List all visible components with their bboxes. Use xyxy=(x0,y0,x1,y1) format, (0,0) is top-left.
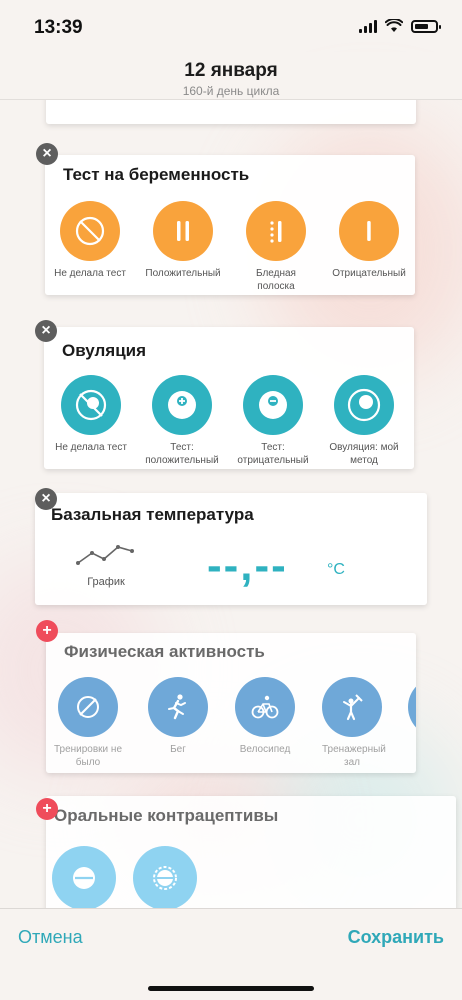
pregnancy-option-not-tested[interactable]: Не делала тест xyxy=(42,201,138,280)
activity-option-running[interactable]: Бег xyxy=(130,677,226,756)
option-label: Бледная полоска xyxy=(256,268,296,292)
add-physical-activity-button[interactable]: + xyxy=(36,620,58,642)
battery-icon xyxy=(411,19,441,33)
footer-bar: Отмена Сохранить xyxy=(0,908,462,1000)
pregnancy-option-positive[interactable]: Положительный xyxy=(135,201,231,280)
ovulation-option-my-method[interactable]: Овуляция: мой метод xyxy=(316,375,412,467)
option-label: Бег xyxy=(170,744,186,755)
cycle-day-subtitle: 160-й день цикла xyxy=(182,84,280,98)
activity-option-more[interactable]: А xyxy=(390,677,416,756)
option-label: А xyxy=(390,743,416,756)
option-label: Положительный xyxy=(145,268,221,279)
line-chart-icon xyxy=(76,545,134,565)
oral-contraceptives-title: Оральные контрацептивы xyxy=(54,806,279,825)
remove-pregnancy-test-button[interactable]: × xyxy=(36,143,58,165)
egg-icon xyxy=(334,375,394,435)
one-line-icon xyxy=(339,201,399,261)
runner-icon xyxy=(148,677,208,737)
temperature-value-input[interactable]: --,-- xyxy=(207,541,288,591)
status-icons xyxy=(359,19,441,33)
pregnancy-option-negative[interactable]: Отрицательный xyxy=(321,201,417,280)
remove-ovulation-button[interactable]: × xyxy=(35,320,57,342)
pregnancy-option-faint-line[interactable]: Бледная полоска xyxy=(228,201,324,293)
home-indicator xyxy=(148,986,314,991)
bicycle-icon xyxy=(235,677,295,737)
status-time: 13:39 xyxy=(34,17,83,38)
physical-activity-title: Физическая активность xyxy=(64,642,265,661)
basal-temperature-card: Базальная температура График --,-- °C xyxy=(35,493,427,605)
option-label: Не делала тест xyxy=(55,442,127,453)
pill-dashed-icon xyxy=(133,846,197,910)
option-label: Велосипед xyxy=(239,744,291,755)
egg-plus-icon xyxy=(152,375,212,435)
option-label: Тест: отрицательный xyxy=(237,442,309,466)
activity-option-bicycle[interactable]: Велосипед xyxy=(217,677,313,756)
wifi-icon xyxy=(385,19,403,32)
cancel-button[interactable]: Отмена xyxy=(18,927,83,948)
activity-option-gym[interactable]: Тренажерный зал xyxy=(304,677,400,769)
no-workout-icon xyxy=(58,677,118,737)
more-activity-icon xyxy=(408,677,416,737)
ovulation-title: Овуляция xyxy=(62,341,147,360)
status-bar: 13:39 xyxy=(0,0,462,52)
contraceptive-option-pill-dashed[interactable] xyxy=(117,846,213,910)
option-label: Тест: положительный xyxy=(145,442,219,466)
physical-activity-card: Физическая активность Тренировки не было… xyxy=(46,633,416,773)
option-label: Отрицательный xyxy=(332,268,406,279)
faint-line-icon xyxy=(246,201,306,261)
cellular-signal-icon xyxy=(359,19,377,33)
pregnancy-test-title: Тест на беременность xyxy=(63,165,250,184)
crossed-egg-icon xyxy=(61,375,121,435)
pregnancy-test-card: Тест на беременность Не делала тест Поло… xyxy=(45,155,415,295)
option-label: Не делала тест xyxy=(54,268,126,279)
ovulation-option-negative[interactable]: Тест: отрицательный xyxy=(225,375,321,467)
ovulation-card: Овуляция Не делала тест Тест: положитель… xyxy=(44,327,414,469)
temperature-unit: °C xyxy=(327,561,345,578)
gym-icon xyxy=(322,677,382,737)
egg-minus-icon xyxy=(243,375,303,435)
activity-option-no-workout[interactable]: Тренировки не было xyxy=(46,677,136,769)
option-label: Овуляция: мой метод xyxy=(329,442,399,466)
add-oral-contraceptives-button[interactable]: + xyxy=(36,798,58,820)
page-title: 12 января xyxy=(184,60,278,81)
two-lines-icon xyxy=(153,201,213,261)
header: 12 января 160-й день цикла xyxy=(0,52,462,100)
option-label: Тренажерный зал xyxy=(322,744,386,768)
ovulation-option-positive[interactable]: Тест: положительный xyxy=(134,375,230,467)
crossed-circle-icon xyxy=(60,201,120,261)
remove-basal-temperature-button[interactable]: × xyxy=(35,488,57,510)
save-button[interactable]: Сохранить xyxy=(348,927,444,948)
ovulation-option-not-tested[interactable]: Не делала тест xyxy=(43,375,139,454)
pill-icon xyxy=(52,846,116,910)
option-label: Тренировки не было xyxy=(53,744,123,768)
temperature-chart-button[interactable]: График xyxy=(71,541,141,588)
chart-label: График xyxy=(87,576,125,588)
basal-temperature-title: Базальная температура xyxy=(51,505,254,524)
